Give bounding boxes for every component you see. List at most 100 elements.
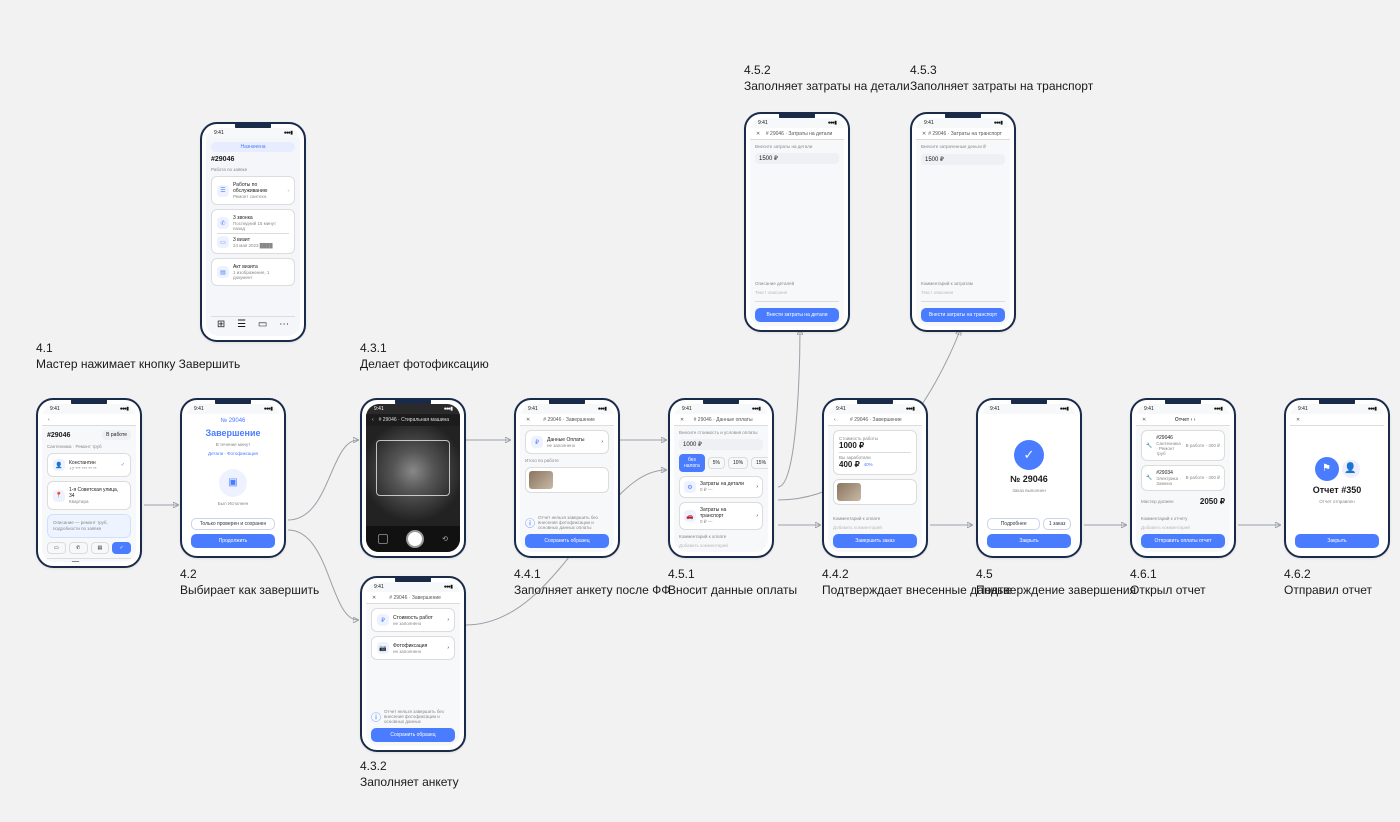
ghost-button[interactable]: Только проверен и сохранен <box>191 518 275 530</box>
tab-icon[interactable]: ▭ <box>258 319 267 330</box>
top-bar: ‹# 29046 · Завершение <box>828 414 922 426</box>
top-bar: ✕# 29046 · Завершение <box>520 414 614 426</box>
total-label: Мастер должен <box>1141 499 1173 504</box>
caption-4.5.2: 4.5.2Заполняет затраты на детали <box>744 62 910 94</box>
focus-frame <box>376 440 450 496</box>
user-icon: 👤 <box>1342 460 1360 478</box>
close-button[interactable]: Закрыть <box>987 534 1071 548</box>
finish-button[interactable]: Завершить заказ <box>833 534 917 548</box>
links[interactable]: Детали · Фотофиксация <box>208 451 258 456</box>
comment-input[interactable]: Добавить комментарий <box>833 525 917 530</box>
status-bar: 9:41●●● ▮ <box>366 582 460 592</box>
cost-icon: ₽ <box>377 614 389 626</box>
order-subtitle: Работа по заявке <box>211 167 295 172</box>
card-works[interactable]: ☰Работы по обслуживаниюРемонт сантехн.› <box>211 176 295 205</box>
pin-icon: 📍 <box>53 490 65 502</box>
header: Внесите стоимость и условия оплаты <box>679 430 763 435</box>
status-bar: 9:41●●● ▮ <box>206 128 300 138</box>
gallery-button[interactable] <box>378 534 388 544</box>
order-no: № 29046 <box>221 418 246 424</box>
save-button[interactable]: Сохранить образец <box>371 728 455 742</box>
row-transport-cost[interactable]: 🚗Затраты на транспорт0 ₽ —› <box>679 502 763 530</box>
action-chip[interactable]: ▤ <box>91 542 110 554</box>
desc-input[interactable]: Текст описания <box>755 290 839 295</box>
count-button[interactable]: 1 заказ <box>1043 518 1071 530</box>
tab-bar[interactable]: + ☰ ▭ ⋯ <box>47 558 131 562</box>
top-bar: ✕# 29046 · Данные оплаты <box>674 414 768 426</box>
details-button[interactable]: Подробнее <box>987 518 1040 530</box>
report-row-2[interactable]: 🔧#29034Электрика · ЗаменаВ работе · 400 … <box>1141 465 1225 491</box>
wrench-icon: 🔧 <box>1146 443 1152 449</box>
order-title: #29046 <box>47 432 70 439</box>
amount-input[interactable]: 1000 ₽ <box>679 439 763 450</box>
status-bar: 9:41●●● ▮ <box>366 404 460 414</box>
tab-icon[interactable]: ⋯ <box>116 561 126 562</box>
screen-order-details: 9:41●●● ▮ Назначена #29046 Работа по зая… <box>200 122 306 342</box>
tax-chip-15[interactable]: 15% <box>751 457 768 469</box>
sub: В течение минут <box>216 442 251 447</box>
action-chip[interactable]: ✆ <box>69 542 88 554</box>
tab-icon[interactable]: ☰ <box>237 319 246 330</box>
row-photo[interactable]: 📷Фотофиксацияне заполнено› <box>371 636 455 660</box>
caption-4.1: 4.1Мастер нажимает кнопку Завершить <box>36 340 240 372</box>
send-button[interactable]: Отправить оплаты отчет <box>1141 534 1225 548</box>
row-payment[interactable]: ₽Данные Оплатыне заполнено› <box>525 430 609 454</box>
camera-viewfinder <box>366 426 460 526</box>
tab-icon[interactable]: ⊞ <box>217 319 225 330</box>
tax-chip-5[interactable]: 5% <box>708 457 725 469</box>
camera-controls: ⟲ <box>366 526 460 552</box>
caption-4.3.2: 4.3.2Заполняет анкету <box>360 758 459 790</box>
tab-icon[interactable]: ▭ <box>93 561 102 562</box>
caption-4.6.1: 4.6.1Открыл отчет <box>1130 566 1206 598</box>
status-bar: 9:41●●● ▮ <box>42 404 136 414</box>
total-value: 2050 ₽ <box>1200 497 1225 506</box>
row-cost[interactable]: ₽Стоимость работне заполнено› <box>371 608 455 632</box>
camera-icon: 📷 <box>377 642 389 654</box>
card-address[interactable]: 📍1-я Советская улица, 34Квартира <box>47 481 131 510</box>
continue-button[interactable]: Продолжить <box>191 534 275 548</box>
tax-chip-none[interactable]: без налога <box>679 454 705 472</box>
amount-input[interactable]: 1500 ₽ <box>755 153 839 164</box>
card-contact[interactable]: 👤Константин+7 *** *** ** **✓ <box>47 453 131 477</box>
check-circle-icon: ✓ <box>1014 440 1044 470</box>
info-icon: ⓘ <box>371 709 381 724</box>
action-chip[interactable]: ▭ <box>47 542 66 554</box>
photo-thumb[interactable] <box>525 467 609 493</box>
note: Отчет нельзя завершить без внесения фото… <box>384 709 455 724</box>
card-act[interactable]: ▤Акт визита1 изображение, 1 документ <box>211 258 295 286</box>
screen-4.5.2: 9:41●●● ▮ ✕# 29046 · Затраты на детали В… <box>744 112 850 332</box>
shutter-button[interactable] <box>406 530 424 548</box>
flip-button[interactable]: ⟲ <box>442 535 448 543</box>
photo-thumb[interactable] <box>833 479 917 505</box>
close-button[interactable]: Закрыть <box>1295 534 1379 548</box>
save-button[interactable]: Внести затраты на транспорт <box>921 308 1005 322</box>
desc-input[interactable]: Текст описания <box>921 290 1005 295</box>
tab-icon[interactable]: ⋯ <box>279 319 289 330</box>
top-bar: ✕# 29046 · Затраты на транспорт <box>916 128 1010 140</box>
finish-fab[interactable]: ✓ <box>112 542 131 554</box>
comment-input[interactable]: Добавить комментарий <box>1141 525 1225 530</box>
report-row-1[interactable]: 🔧#29046Сантехника · Ремонт трубВ работе … <box>1141 430 1225 461</box>
screen-4.6.1: 9:41●●● ▮ ✕Отчет ‹ › 🔧#29046Сантехника ·… <box>1130 398 1236 558</box>
row-detail-cost[interactable]: ⚙Затраты на детали0 ₽ —› <box>679 476 763 498</box>
tax-chip-10[interactable]: 10% <box>728 457 748 469</box>
tab-bar[interactable]: ⊞ ☰ ▭ ⋯ <box>211 316 295 332</box>
status-bar: 9:41●●● ▮ <box>1290 404 1384 414</box>
tab-icon[interactable]: + <box>52 561 58 562</box>
status-pill[interactable]: Назначена <box>211 142 295 152</box>
amount-input[interactable]: 1500 ₽ <box>921 154 1005 165</box>
big-circle-icon: ▣ <box>219 469 247 497</box>
save-button[interactable]: Внести затраты на детали <box>755 308 839 322</box>
top-bar: ‹ <box>42 414 136 426</box>
desc-label: Описание деталей <box>755 281 839 286</box>
top-bar: ✕# 29046 · Затраты на детали <box>750 128 844 140</box>
status-bar: 9:41●●● ▮ <box>750 118 844 128</box>
status-bar: 9:41●●● ▮ <box>674 404 768 414</box>
save-button[interactable]: Сохранить образец <box>525 534 609 548</box>
card-calls[interactable]: ✆3 звонкаПоследний 15 минут назад ▭3 виз… <box>211 209 295 254</box>
screen-4.3.2: 9:41●●● ▮ ✕# 29046 · Завершение ₽Стоимос… <box>360 576 466 752</box>
calendar-icon: ▭ <box>217 236 229 248</box>
comment-input[interactable]: Добавить комментарий <box>679 543 763 548</box>
caption-4.4.1: 4.4.1Заполняет анкету после ФФ <box>514 566 670 598</box>
tab-icon[interactable]: ☰ <box>71 561 80 562</box>
